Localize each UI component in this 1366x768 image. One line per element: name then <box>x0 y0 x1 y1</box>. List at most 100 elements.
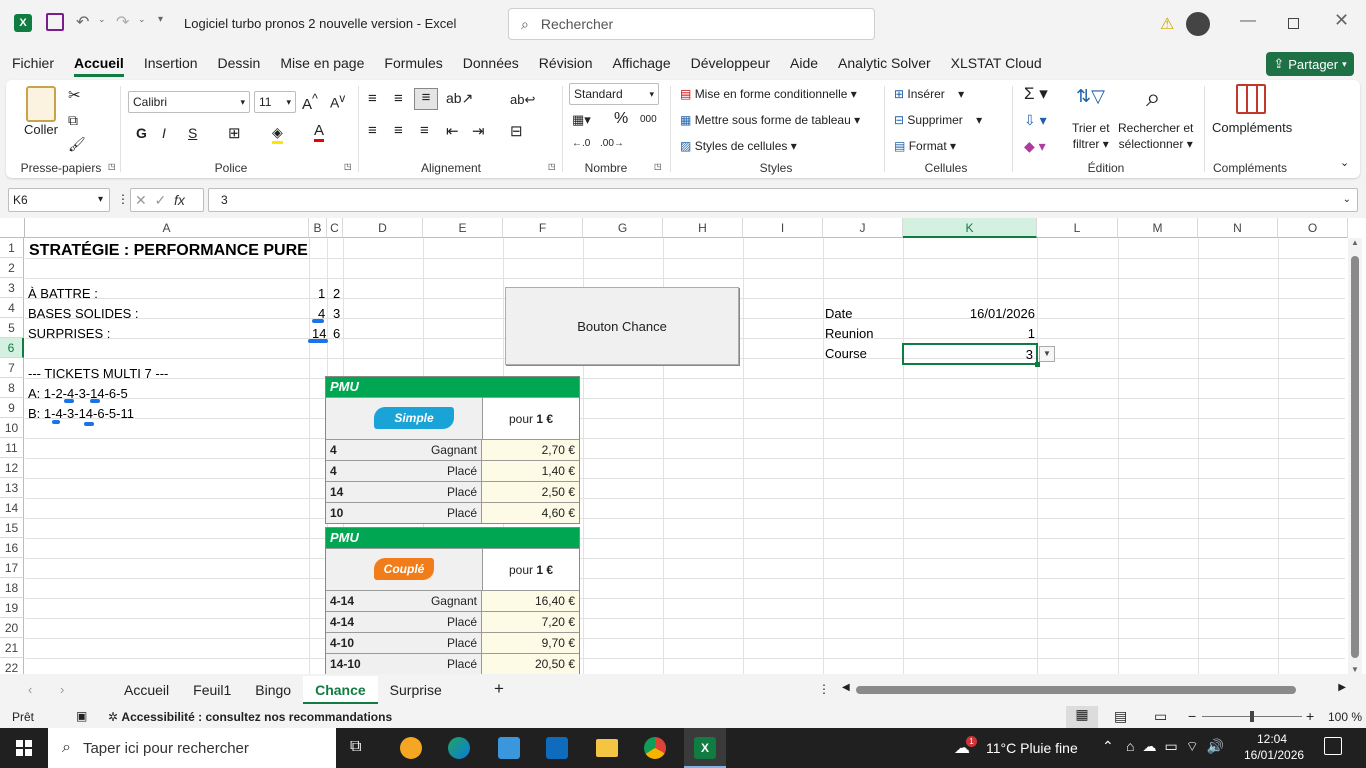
menu-8[interactable]: Affichage <box>603 48 681 78</box>
row-header-18[interactable]: 18 <box>0 578 24 598</box>
cell-k5[interactable]: 1 <box>902 324 1035 344</box>
chrome-icon[interactable] <box>644 737 666 759</box>
page-break-icon[interactable]: ▭ <box>1154 708 1167 725</box>
sort-filter-button[interactable]: Trier et filtrer ▾ <box>1072 120 1110 152</box>
align-left-icon[interactable]: ≡ <box>368 122 377 139</box>
normal-view-icon[interactable]: ▦ <box>1066 706 1098 728</box>
store-icon[interactable] <box>498 737 520 759</box>
accounting-icon[interactable]: ▦▾ <box>572 112 591 128</box>
minimize-icon[interactable]: — <box>1240 12 1256 30</box>
accessibility-status[interactable]: ✲ Accessibilité : consultez nos recomman… <box>108 710 392 724</box>
column-header-D[interactable]: D <box>343 218 423 238</box>
ribbon-collapse-icon[interactable]: ⌄ <box>1340 156 1349 169</box>
row-header-13[interactable]: 13 <box>0 478 24 498</box>
chevron-up-icon[interactable]: ⌃ <box>1102 738 1114 755</box>
weather-text[interactable]: 11°C Pluie fine <box>986 740 1078 756</box>
row-header-10[interactable]: 10 <box>0 418 24 438</box>
row-header-12[interactable]: 12 <box>0 458 24 478</box>
sheet-tab-bingo[interactable]: Bingo <box>243 676 303 704</box>
notification-icon[interactable] <box>1324 737 1342 755</box>
cell-b3[interactable]: 1 <box>318 284 325 304</box>
merge-center-icon[interactable]: ⊟ <box>510 122 523 140</box>
row-header-5[interactable]: 5 <box>0 318 24 338</box>
row-header-6[interactable]: 6 <box>0 338 24 358</box>
row-header-2[interactable]: 2 <box>0 258 24 278</box>
taskbar-search[interactable]: ⌕ Taper ici pour rechercher <box>48 728 336 768</box>
row-header-7[interactable]: 7 <box>0 358 24 378</box>
decrease-indent-icon[interactable]: ⇤ <box>446 122 459 140</box>
column-header-A[interactable]: A <box>25 218 309 238</box>
app-icon-yellow[interactable] <box>400 737 422 759</box>
edge-icon[interactable] <box>448 737 470 759</box>
windows-start-icon[interactable] <box>16 740 32 756</box>
vertical-scrollbar[interactable]: ▲ ▼ <box>1348 238 1362 674</box>
wrap-text-icon[interactable]: ab↩ <box>510 92 535 108</box>
column-header-I[interactable]: I <box>743 218 823 238</box>
file-explorer-icon[interactable] <box>596 739 618 757</box>
add-sheet-icon[interactable]: + <box>494 679 504 699</box>
column-header-K[interactable]: K <box>903 218 1037 238</box>
row-header-16[interactable]: 16 <box>0 538 24 558</box>
customize-qat-icon[interactable]: ▾ <box>158 14 163 25</box>
align-top-icon[interactable]: ≡ <box>368 90 377 107</box>
undo-dropdown-icon[interactable]: ⌄ <box>98 14 106 25</box>
zoom-in-icon[interactable]: + <box>1306 708 1314 724</box>
horizontal-scrollbar[interactable]: ◀ ▶ <box>842 682 1346 696</box>
row-header-22[interactable]: 22 <box>0 658 24 674</box>
row-header-1[interactable]: 1 <box>0 238 24 258</box>
clock[interactable]: 12:04 16/01/2026 <box>1244 731 1304 763</box>
sort-filter-icon[interactable]: ⇅▽ <box>1076 86 1105 107</box>
redo-icon[interactable]: ↷ <box>116 12 129 32</box>
row-header-19[interactable]: 19 <box>0 598 24 618</box>
row-header-20[interactable]: 20 <box>0 618 24 638</box>
zoom-level[interactable]: 100 % <box>1328 710 1362 724</box>
name-box[interactable]: K6 ▾ <box>8 188 110 212</box>
cell-c3[interactable]: 2 <box>333 284 340 304</box>
row-header-11[interactable]: 11 <box>0 438 24 458</box>
format-table-button[interactable]: ▦ Mettre sous forme de tableau ▾ <box>680 113 860 127</box>
sheet-tab-surprise[interactable]: Surprise <box>378 676 454 704</box>
bold-button[interactable]: G <box>136 125 147 141</box>
copy-icon[interactable]: ⧉ <box>68 112 78 129</box>
cell-c5[interactable]: 6 <box>333 324 340 344</box>
row-header-4[interactable]: 4 <box>0 298 24 318</box>
avatar[interactable] <box>1186 12 1210 36</box>
column-header-C[interactable]: C <box>327 218 343 238</box>
row-header-3[interactable]: 3 <box>0 278 24 298</box>
close-icon[interactable]: ✕ <box>1334 10 1349 31</box>
alignment-launcher-icon[interactable]: ◳ <box>548 162 556 171</box>
menu-7[interactable]: Révision <box>529 48 603 78</box>
row-header-9[interactable]: 9 <box>0 398 24 418</box>
select-all-corner[interactable] <box>0 218 25 238</box>
outlook-icon[interactable] <box>546 737 568 759</box>
thousands-icon[interactable]: 000 <box>640 114 657 125</box>
clear-icon[interactable]: ◆ ▾ <box>1024 138 1046 155</box>
redo-dropdown-icon[interactable]: ⌄ <box>138 14 146 25</box>
underline-button[interactable]: S <box>188 125 197 141</box>
cell-a9[interactable]: B: 1-4-3-14-6-5-11 <box>28 404 134 424</box>
cell-j6[interactable]: Course <box>825 344 867 364</box>
paste-button[interactable]: Coller <box>24 122 58 137</box>
row-header-14[interactable]: 14 <box>0 498 24 518</box>
number-launcher-icon[interactable]: ◳ <box>654 162 662 171</box>
menu-12[interactable]: XLSTAT Cloud <box>941 48 1052 78</box>
sheet-tab-chance[interactable]: Chance <box>303 676 378 704</box>
conditional-format-button[interactable]: ▤ Mise en forme conditionnelle ▾ <box>680 87 857 101</box>
shrink-font-icon[interactable]: Av <box>330 92 345 111</box>
menu-4[interactable]: Mise en page <box>270 48 374 78</box>
orientation-icon[interactable]: ab↗ <box>446 90 473 107</box>
row-header-17[interactable]: 17 <box>0 558 24 578</box>
menu-10[interactable]: Aide <box>780 48 828 78</box>
font-launcher-icon[interactable]: ◳ <box>344 162 352 171</box>
decrease-decimal-icon[interactable]: .00→ <box>600 138 624 149</box>
cell-a7[interactable]: --- TICKETS MULTI 7 --- <box>28 364 168 384</box>
macro-record-icon[interactable]: ▣ <box>76 709 87 723</box>
insert-cells-button[interactable]: ⊞ Insérer ▾ <box>894 87 964 101</box>
menu-1[interactable]: Accueil <box>64 48 134 78</box>
menu-11[interactable]: Analytic Solver <box>828 48 941 78</box>
row-header-21[interactable]: 21 <box>0 638 24 658</box>
cell-a8[interactable]: A: 1-2-4-3-14-6-5 <box>28 384 128 404</box>
menu-9[interactable]: Développeur <box>681 48 780 78</box>
dropdown-arrow-icon[interactable]: ▼ <box>1039 346 1055 362</box>
search-box[interactable]: ⌕ Rechercher <box>508 8 875 40</box>
